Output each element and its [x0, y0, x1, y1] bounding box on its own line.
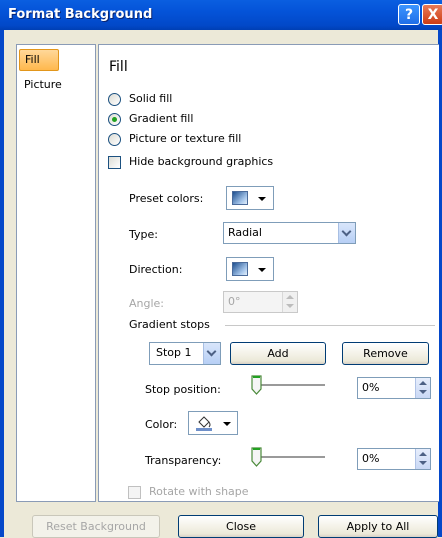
help-icon: ?	[404, 6, 414, 23]
gradient-stop-select[interactable]: Stop 1	[149, 342, 221, 365]
chevron-down-icon	[341, 226, 352, 237]
transparency-value: 0%	[362, 452, 380, 465]
angle-value: 0°	[228, 295, 241, 308]
gradient-swatch-icon	[232, 191, 248, 205]
spin-up-icon	[419, 452, 427, 456]
angle-spin-buttons[interactable]	[282, 292, 297, 312]
color-label: Color:	[145, 418, 178, 431]
chevron-down-icon	[258, 197, 266, 201]
color-dropdown[interactable]	[188, 411, 238, 435]
gradient-stops-heading: Gradient stops	[129, 318, 210, 331]
stop-position-label: Stop position:	[145, 383, 221, 396]
paint-bucket-icon	[196, 416, 212, 431]
spin-up-icon	[286, 295, 294, 299]
transparency-track[interactable]	[259, 456, 325, 459]
fill-panel: Fill Solid fill Gradient fill Picture or…	[98, 44, 439, 502]
transparency-spinner[interactable]: 0%	[357, 448, 431, 470]
add-stop-button[interactable]: Add	[230, 342, 326, 365]
gradient-stop-arrow[interactable]	[203, 343, 220, 364]
preset-colors-label: Preset colors:	[129, 192, 204, 205]
panel-heading: Fill	[109, 59, 128, 75]
transparency-label: Transparency:	[145, 454, 222, 467]
close-button[interactable]: Close	[178, 515, 304, 538]
gradient-fill-label[interactable]: Gradient fill	[129, 112, 193, 125]
direction-dropdown[interactable]	[226, 257, 274, 281]
category-item-fill[interactable]: Fill	[19, 49, 59, 71]
type-select[interactable]: Radial	[223, 222, 356, 244]
category-item-picture[interactable]: Picture	[19, 73, 92, 97]
window-title: Format Background	[8, 7, 153, 22]
type-select-arrow[interactable]	[338, 223, 355, 243]
hide-background-graphics-label[interactable]: Hide background graphics	[129, 155, 273, 168]
type-label: Type:	[129, 228, 158, 241]
chevron-down-icon	[258, 268, 266, 272]
stop-position-thumb[interactable]	[251, 375, 262, 395]
preset-colors-dropdown[interactable]	[226, 186, 274, 210]
stop-position-spin-buttons[interactable]	[415, 378, 430, 398]
remove-stop-button[interactable]: Remove	[342, 342, 429, 365]
stop-position-spinner[interactable]: 0%	[357, 377, 431, 399]
spin-up-icon	[419, 381, 427, 385]
transparency-spin-buttons[interactable]	[415, 449, 430, 469]
chevron-down-icon	[206, 346, 217, 357]
angle-label: Angle:	[129, 297, 165, 310]
solid-fill-radio[interactable]	[108, 93, 121, 106]
gradient-fill-radio[interactable]	[108, 113, 121, 126]
rotate-with-shape-label: Rotate with shape	[149, 485, 249, 498]
chevron-down-icon	[223, 422, 231, 426]
apply-to-all-button[interactable]: Apply to All	[318, 515, 438, 538]
type-value: Radial	[228, 226, 262, 239]
stop-position-track[interactable]	[259, 384, 325, 387]
spin-down-icon	[419, 390, 427, 394]
picture-texture-fill-radio[interactable]	[108, 133, 121, 146]
radio-selected-dot	[112, 117, 117, 122]
close-window-button[interactable]: X	[422, 4, 442, 25]
gradient-stops-separator	[225, 325, 435, 326]
hide-background-graphics-checkbox[interactable]	[108, 156, 121, 169]
spin-down-icon	[286, 304, 294, 308]
reset-background-button[interactable]: Reset Background	[32, 515, 160, 538]
spin-down-icon	[419, 461, 427, 465]
category-list: Fill Picture	[16, 44, 96, 502]
window-frame-left	[0, 30, 4, 537]
help-button[interactable]: ?	[398, 4, 420, 25]
stop-position-value: 0%	[362, 381, 380, 394]
rotate-with-shape-checkbox[interactable]	[128, 486, 141, 499]
direction-label: Direction:	[129, 263, 183, 276]
gradient-direction-icon	[232, 262, 248, 276]
transparency-thumb[interactable]	[251, 447, 262, 467]
angle-spinner[interactable]: 0°	[223, 291, 298, 313]
gradient-stop-value: Stop 1	[156, 346, 192, 359]
solid-fill-label[interactable]: Solid fill	[129, 92, 172, 105]
close-icon: X	[427, 6, 439, 23]
picture-texture-fill-label[interactable]: Picture or texture fill	[129, 132, 241, 145]
